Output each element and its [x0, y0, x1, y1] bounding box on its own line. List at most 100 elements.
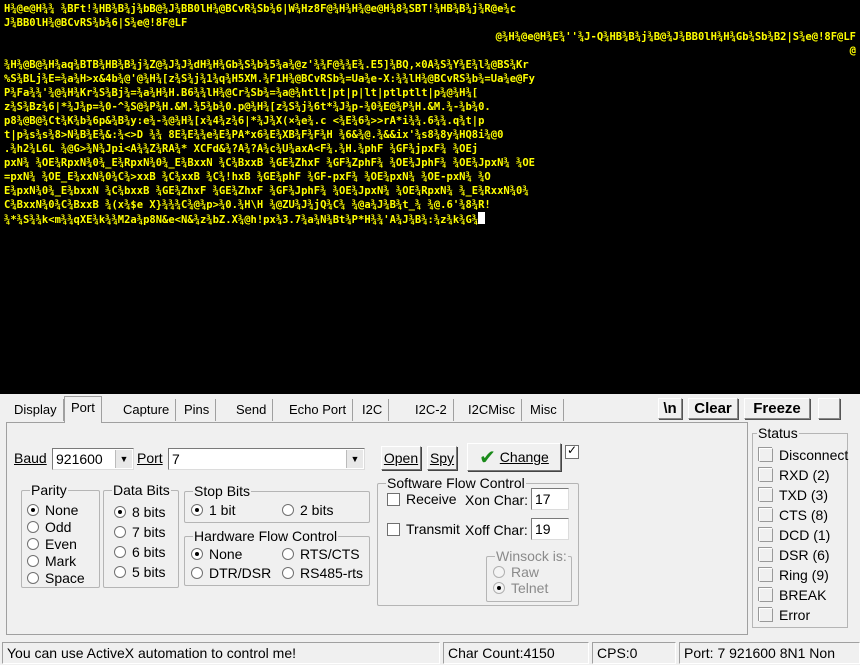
led-icon: [759, 528, 773, 542]
chevron-down-icon[interactable]: ▼: [115, 450, 132, 468]
xoff-label: Xoff Char:: [465, 522, 528, 538]
hwflow-rs485-radio[interactable]: RS485-rts: [282, 564, 363, 582]
led-icon: [759, 608, 773, 622]
spy-button[interactable]: Spy: [427, 446, 457, 470]
terminal-output[interactable]: H¾@e@H¾¾ ¾BFt!¾HB¾B¾j¾bB@¾J¾BB0lH¾@BCvR¾…: [0, 0, 860, 394]
open-button[interactable]: Open: [381, 446, 421, 470]
status-dsr-label: DSR (6): [779, 547, 830, 563]
parity-mark-label: Mark: [45, 553, 77, 569]
tab-port[interactable]: Port: [64, 396, 102, 423]
tab-strip: Display Port Capture Pins Send Echo Port…: [0, 395, 860, 423]
baud-label: Baud: [14, 450, 47, 466]
parity-space-radio[interactable]: Space: [27, 569, 85, 587]
statusbar-port-info: Port: 7 921600 8N1 Non: [679, 642, 860, 664]
parity-odd-label: Odd: [45, 519, 72, 535]
tab-i2c[interactable]: I2C: [356, 399, 390, 421]
swflow-group: Software Flow Control Receive Xon Char: …: [377, 475, 579, 606]
tab-echo-port[interactable]: Echo Port: [283, 399, 354, 421]
tab-display[interactable]: Display: [8, 399, 64, 421]
radio-icon: [191, 504, 203, 516]
parity-even-radio[interactable]: Even: [27, 535, 77, 553]
databits-6-radio[interactable]: 6 bits: [114, 543, 165, 561]
databits-5-radio[interactable]: 5 bits: [114, 563, 165, 581]
hwflow-dtrdsr-radio[interactable]: DTR/DSR: [191, 564, 271, 582]
stopbits-2-radio[interactable]: 2 bits: [282, 501, 333, 519]
status-cts: CTS (8): [759, 506, 828, 524]
cursor-icon: [478, 212, 486, 224]
clear-button[interactable]: Clear: [688, 398, 738, 419]
status-break-label: BREAK: [779, 587, 827, 603]
status-group: Status Disconnect RXD (2) TXD (3) CTS (8…: [752, 425, 849, 628]
databits-8-radio[interactable]: 8 bits: [114, 503, 165, 521]
led-icon: [759, 448, 773, 462]
receive-label: Receive: [406, 491, 457, 507]
parity-even-label: Even: [45, 536, 77, 552]
radio-icon: [27, 521, 39, 533]
stopbits-1-radio[interactable]: 1 bit: [191, 501, 235, 519]
terminal-line: J¾BB0lH¾@BCvRS¾b¾6|S¾e@!8F@LF: [4, 17, 188, 29]
status-dsr: DSR (6): [759, 546, 830, 564]
databits-5-label: 5 bits: [132, 564, 166, 580]
hwflow-none-radio[interactable]: None: [191, 545, 242, 563]
terminal-line: .¾h2¾L6L ¾@G>¾N¾Jpi<A¾¾Z¾RA¾* XCFd&¾?A¾?…: [4, 143, 479, 155]
radio-icon: [493, 582, 505, 594]
winsock-title: Winsock is:: [495, 548, 568, 564]
xoff-input[interactable]: 19: [531, 518, 569, 540]
led-icon: [759, 568, 773, 582]
databits-title: Data Bits: [112, 482, 171, 498]
radio-icon: [282, 548, 294, 560]
check-icon: ✓: [567, 443, 578, 457]
led-icon: [759, 588, 773, 602]
terminal-line: p8¾@B@¾Ct¾K¾b¾6p&¾B¾y:e¾-¾@¾H¾[x¾4¾z¾6|*…: [4, 115, 485, 127]
checkmark-icon: ✔: [479, 447, 496, 469]
transmit-checkbox[interactable]: [387, 523, 400, 536]
led-icon: [759, 508, 773, 522]
tab-send[interactable]: Send: [230, 399, 274, 421]
stopbits-2-label: 2 bits: [300, 502, 334, 518]
tab-pins[interactable]: Pins: [178, 399, 217, 421]
tab-i2c-2[interactable]: I2C-2: [409, 399, 454, 421]
status-txd-label: TXD (3): [779, 487, 828, 503]
extra-button[interactable]: [818, 398, 840, 419]
databits-group: Data Bits 8 bits 7 bits 6 bits 5 bits: [103, 482, 179, 588]
xon-label: Xon Char:: [465, 492, 529, 508]
terminal-line: ¾*¾S¾¾k<m¾¾qXE¾k¾¾M2a¾p8N&e<N&¾z¾bZ.X¾@h…: [4, 212, 856, 226]
winsock-telnet-radio[interactable]: Telnet: [493, 579, 548, 597]
radio-icon: [114, 566, 126, 578]
radio-icon: [114, 506, 126, 518]
tab-i2cmisc[interactable]: I2CMisc: [462, 399, 522, 421]
radio-icon: [191, 548, 203, 560]
winsock-raw-label: Raw: [511, 564, 540, 580]
chevron-down-icon[interactable]: ▼: [346, 450, 363, 468]
terminal-line: ¾H¾@B@¾H¾aq¾BTB¾HB¾B¾j¾Z@¾J¾J¾dH¾H¾Gb¾S¾…: [4, 59, 529, 71]
change-button[interactable]: ✔ Change: [467, 443, 561, 471]
led-icon: [759, 488, 773, 502]
status-bar: You can use ActiveX automation to contro…: [0, 641, 860, 665]
databits-7-label: 7 bits: [132, 524, 166, 540]
hwflow-none-label: None: [209, 546, 243, 562]
stopbits-title: Stop Bits: [193, 483, 252, 499]
status-title: Status: [757, 425, 799, 441]
status-error: Error: [759, 606, 810, 624]
tab-capture[interactable]: Capture: [117, 399, 177, 421]
status-ring: Ring (9): [759, 566, 829, 584]
change-checkbox[interactable]: ✓: [565, 443, 579, 459]
parity-odd-radio[interactable]: Odd: [27, 518, 71, 536]
status-disconnect-label: Disconnect: [779, 447, 849, 463]
parity-none-radio[interactable]: None: [27, 501, 78, 519]
hwflow-rtscts-label: RTS/CTS: [300, 546, 360, 562]
status-dcd: DCD (1): [759, 526, 830, 544]
tab-misc[interactable]: Misc: [524, 399, 564, 421]
port-select[interactable]: 7 ▼: [168, 448, 365, 470]
newline-button[interactable]: \n: [658, 398, 682, 419]
hwflow-rtscts-radio[interactable]: RTS/CTS: [282, 545, 360, 563]
port-value: 7: [172, 451, 180, 467]
status-break: BREAK: [759, 586, 826, 604]
radio-icon: [114, 526, 126, 538]
freeze-button[interactable]: Freeze: [744, 398, 810, 419]
databits-7-radio[interactable]: 7 bits: [114, 523, 165, 541]
baud-select[interactable]: 921600 ▼: [52, 448, 134, 470]
receive-checkbox[interactable]: [387, 493, 400, 506]
xon-input[interactable]: 17: [531, 488, 569, 510]
parity-mark-radio[interactable]: Mark: [27, 552, 76, 570]
